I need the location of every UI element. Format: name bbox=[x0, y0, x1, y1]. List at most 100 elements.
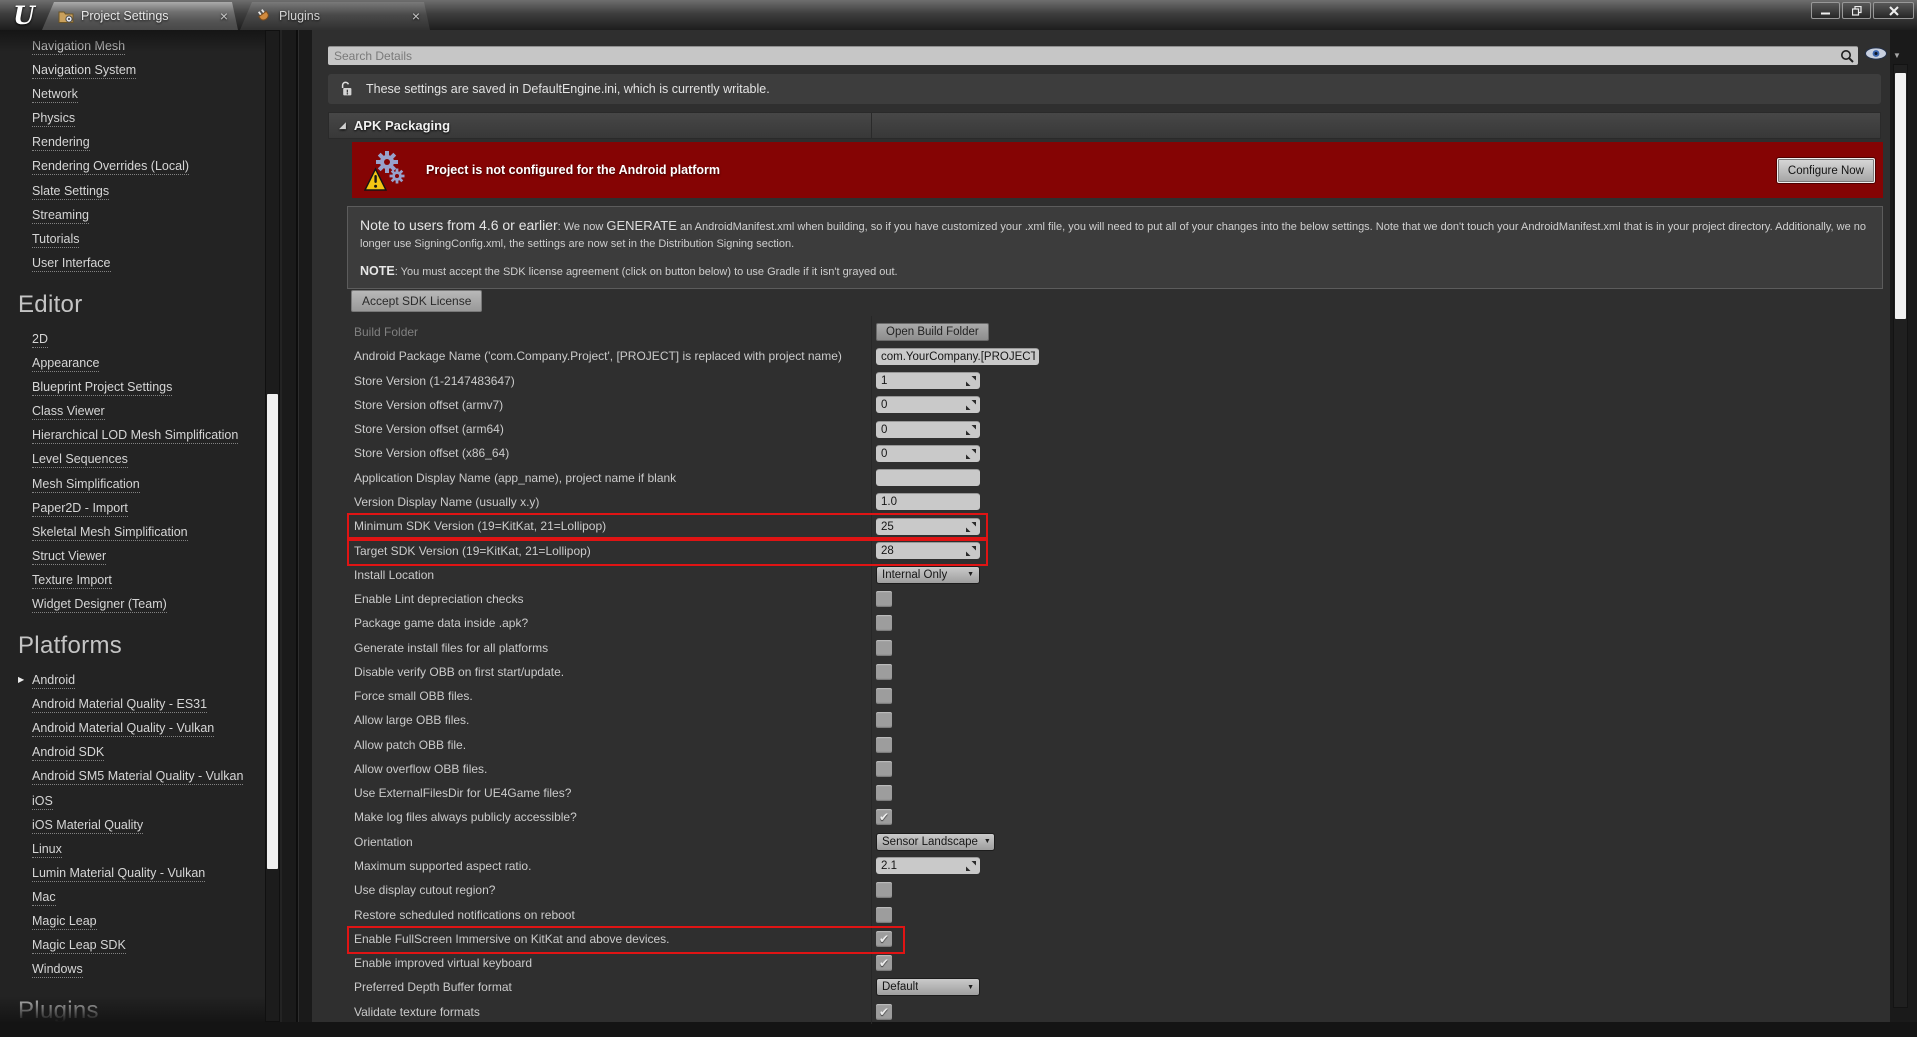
close-tab-icon[interactable]: × bbox=[412, 9, 420, 23]
version-display-name-usually-x-y-text-input[interactable]: 1.0 bbox=[876, 493, 980, 510]
sidebar-item-physics[interactable]: Physics bbox=[0, 106, 282, 130]
install-location-dropdown[interactable]: Internal Only▼ bbox=[876, 566, 980, 584]
use-externalfilesdir-for-ue4game-files-checkbox[interactable] bbox=[876, 785, 892, 801]
force-small-obb-files-checkbox[interactable] bbox=[876, 688, 892, 704]
orientation-dropdown[interactable]: Sensor Landscape▼ bbox=[876, 833, 995, 851]
sidebar-item-paper2d-import[interactable]: Paper2D - Import bbox=[0, 496, 282, 520]
sidebar-item-mac[interactable]: Mac bbox=[0, 885, 282, 909]
sidebar-item-slate-settings[interactable]: Slate Settings bbox=[0, 179, 282, 203]
sidebar-item-hierarchical-lod-mesh-simplification[interactable]: Hierarchical LOD Mesh Simplification bbox=[0, 423, 282, 447]
restore-button[interactable] bbox=[1842, 2, 1871, 19]
sidebar-item-magic-leap[interactable]: Magic Leap bbox=[0, 909, 282, 933]
enable-lint-depreciation-checks-checkbox[interactable] bbox=[876, 591, 892, 607]
sidebar-item-android-sdk[interactable]: Android SDK bbox=[0, 740, 282, 764]
sidebar-scrollbar-thumb[interactable] bbox=[267, 394, 278, 869]
sidebar-item-android-sm5-material-quality-vulkan[interactable]: Android SM5 Material Quality - Vulkan bbox=[0, 764, 282, 788]
sidebar-item-rendering-overrides-local[interactable]: Rendering Overrides (Local) bbox=[0, 154, 282, 178]
category-expander-icon[interactable]: ◢ bbox=[339, 120, 346, 131]
accept-sdk-license-button[interactable]: Accept SDK License bbox=[351, 290, 482, 312]
configure-now-button[interactable]: Configure Now bbox=[1777, 158, 1875, 183]
sidebar-item-user-interface[interactable]: User Interface bbox=[0, 251, 282, 275]
value-drag-icon[interactable] bbox=[966, 449, 976, 459]
sidebar-item-linux[interactable]: Linux bbox=[0, 837, 282, 861]
sidebar-item-navigation-system[interactable]: Navigation System bbox=[0, 58, 282, 82]
sidebar-item-widget-designer-team[interactable]: Widget Designer (Team) bbox=[0, 592, 282, 616]
sidebar-item-texture-import[interactable]: Texture Import bbox=[0, 568, 282, 592]
enable-improved-virtual-keyboard-checkbox[interactable]: ✔ bbox=[876, 955, 892, 971]
build-folder-button[interactable]: Open Build Folder bbox=[876, 323, 989, 341]
minimize-button[interactable] bbox=[1811, 2, 1840, 19]
tab-plugins[interactable]: Plugins × bbox=[240, 2, 430, 30]
sidebar-item-android[interactable]: Android bbox=[0, 668, 282, 692]
application-display-name-app-name-project--text-input[interactable] bbox=[876, 469, 980, 486]
package-game-data-inside-apk-checkbox[interactable] bbox=[876, 615, 892, 631]
sidebar-item-blueprint-project-settings[interactable]: Blueprint Project Settings bbox=[0, 375, 282, 399]
make-log-files-always-publicly-accessible-checkbox[interactable]: ✔ bbox=[876, 809, 892, 825]
sidebar-item-mesh-simplification[interactable]: Mesh Simplification bbox=[0, 472, 282, 496]
minimum-sdk-version-19-kitkat-21-lollipop-number-input[interactable]: 25 bbox=[876, 518, 980, 535]
value-drag-icon[interactable] bbox=[966, 522, 976, 532]
sidebar-item-label: Class Viewer bbox=[32, 404, 105, 420]
value-drag-icon[interactable] bbox=[966, 400, 976, 410]
sidebar-item-magic-leap-sdk[interactable]: Magic Leap SDK bbox=[0, 933, 282, 957]
sidebar-item-label: Network bbox=[32, 87, 78, 103]
search-input[interactable] bbox=[328, 49, 1840, 63]
allow-large-obb-files-checkbox[interactable] bbox=[876, 712, 892, 728]
setting-label: Store Version (1-2147483647) bbox=[354, 374, 876, 388]
android-package-name-com-company-project-p-text-input[interactable]: com.YourCompany.[PROJECT] bbox=[876, 348, 1039, 365]
sidebar-item-skeletal-mesh-simplification[interactable]: Skeletal Mesh Simplification bbox=[0, 520, 282, 544]
maximum-supported-aspect-ratio-number-input[interactable]: 2.1 bbox=[876, 857, 980, 874]
sidebar-item-rendering[interactable]: Rendering bbox=[0, 130, 282, 154]
sidebar-scrollbar[interactable] bbox=[265, 30, 280, 1022]
view-options-caret-icon[interactable]: ▼ bbox=[1893, 51, 1901, 60]
sidebar-item-android-material-quality-vulkan[interactable]: Android Material Quality - Vulkan bbox=[0, 716, 282, 740]
store-version-offset-armv7-number-input[interactable]: 0 bbox=[876, 396, 980, 413]
tab-project-settings[interactable]: Project Settings × bbox=[42, 2, 238, 30]
sidebar-item-navigation-mesh[interactable]: Navigation Mesh bbox=[0, 34, 282, 58]
validate-texture-formats-checkbox[interactable]: ✔ bbox=[876, 1004, 892, 1020]
sidebar-item-appearance[interactable]: Appearance bbox=[0, 351, 282, 375]
category-header-apk-packaging[interactable]: ◢ APK Packaging bbox=[328, 112, 1881, 139]
sidebar-item-ios-material-quality[interactable]: iOS Material Quality bbox=[0, 813, 282, 837]
target-sdk-version-19-kitkat-21-lollipop-number-input[interactable]: 28 bbox=[876, 542, 980, 559]
sidebar-item-level-sequences[interactable]: Level Sequences bbox=[0, 447, 282, 471]
setting-value: ✔ bbox=[876, 1004, 892, 1020]
preferred-depth-buffer-format-dropdown[interactable]: Default▼ bbox=[876, 978, 980, 996]
sidebar-item-2d[interactable]: 2D bbox=[0, 327, 282, 351]
allow-overflow-obb-files-checkbox[interactable] bbox=[876, 761, 892, 777]
store-version-1-2147483647-number-input[interactable]: 1 bbox=[876, 372, 980, 389]
sidebar-item-lumin-material-quality-vulkan[interactable]: Lumin Material Quality - Vulkan bbox=[0, 861, 282, 885]
setting-row-restore-scheduled-notifications-on-reboot: Restore scheduled notifications on reboo… bbox=[354, 902, 1890, 926]
sidebar-item-windows[interactable]: Windows bbox=[0, 957, 282, 981]
sidebar-item-android-material-quality-es31[interactable]: Android Material Quality - ES31 bbox=[0, 692, 282, 716]
view-options-eye-icon[interactable] bbox=[1864, 47, 1888, 60]
sidebar-item-tutorials[interactable]: Tutorials bbox=[0, 227, 282, 251]
store-version-offset-arm64-number-input[interactable]: 0 bbox=[876, 421, 980, 438]
allow-patch-obb-file-checkbox[interactable] bbox=[876, 737, 892, 753]
value-drag-icon[interactable] bbox=[966, 376, 976, 386]
sidebar-item-streaming[interactable]: Streaming bbox=[0, 203, 282, 227]
generate-install-files-for-all-platforms-checkbox[interactable] bbox=[876, 640, 892, 656]
setting-label: Enable Lint depreciation checks bbox=[354, 592, 876, 606]
value-drag-icon[interactable] bbox=[966, 546, 976, 556]
sidebar-item-ios[interactable]: iOS bbox=[0, 789, 282, 813]
value-drag-icon[interactable] bbox=[966, 861, 976, 871]
value-drag-icon[interactable] bbox=[966, 425, 976, 435]
restore-scheduled-notifications-on-reboot-checkbox[interactable] bbox=[876, 907, 892, 923]
details-scrollbar[interactable] bbox=[1893, 64, 1908, 1008]
store-version-offset-x86-64-number-input[interactable]: 0 bbox=[876, 445, 980, 462]
details-scrollbar-thumb[interactable] bbox=[1895, 73, 1906, 319]
setting-label: Allow patch OBB file. bbox=[354, 738, 876, 752]
sidebar-item-class-viewer[interactable]: Class Viewer bbox=[0, 399, 282, 423]
sidebar-item-network[interactable]: Network bbox=[0, 82, 282, 106]
close-tab-icon[interactable]: × bbox=[220, 9, 228, 23]
sidebar-item-label: Rendering bbox=[32, 135, 90, 151]
disable-verify-obb-on-first-start-update-checkbox[interactable] bbox=[876, 664, 892, 680]
use-display-cutout-region-checkbox[interactable] bbox=[876, 882, 892, 898]
enable-fullscreen-immersive-on-kitkat-and--checkbox[interactable]: ✔ bbox=[876, 931, 892, 947]
setting-row-use-externalfilesdir-for-ue4game-files: Use ExternalFilesDir for UE4Game files? bbox=[354, 781, 1890, 805]
close-window-button[interactable] bbox=[1873, 2, 1914, 19]
sidebar-item-struct-viewer[interactable]: Struct Viewer bbox=[0, 544, 282, 568]
column-splitter[interactable] bbox=[871, 113, 872, 138]
sidebar-item-label: Skeletal Mesh Simplification bbox=[32, 525, 188, 541]
